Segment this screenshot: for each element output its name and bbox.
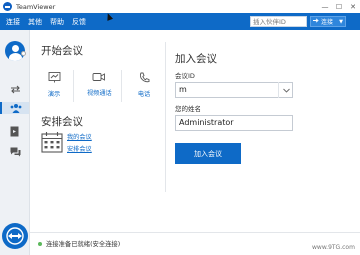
- schedule-meeting-title: 安排会议: [41, 116, 83, 128]
- presentation-icon: [48, 72, 61, 85]
- tile-divider: [73, 70, 74, 102]
- status-indicator-icon: [21, 51, 26, 56]
- computers-contacts-icon[interactable]: [8, 125, 22, 137]
- phone-label: 电话: [137, 91, 151, 98]
- minimize-button[interactable]: —: [318, 0, 332, 13]
- tile-divider: [121, 70, 122, 102]
- join-meeting-title: 加入会议: [175, 53, 217, 65]
- section-divider: [165, 42, 166, 192]
- watermark: www.9TG.com: [312, 244, 355, 251]
- video-call-label: 视频通话: [87, 90, 112, 97]
- arrow-right-icon: [313, 18, 319, 25]
- menu-item-connection[interactable]: 连接: [6, 17, 20, 27]
- teamviewer-logo-icon: [3, 2, 12, 11]
- menu-item-extras[interactable]: 其他: [28, 17, 42, 27]
- partner-id-input[interactable]: [250, 16, 307, 27]
- menu-item-help[interactable]: 帮助: [50, 17, 64, 27]
- maximize-button[interactable]: ☐: [332, 0, 346, 13]
- calendar-icon: [41, 131, 63, 155]
- menu-item-feedback[interactable]: 反馈: [72, 17, 86, 27]
- video-call-icon: [92, 73, 106, 84]
- name-field[interactable]: Administrator: [175, 115, 293, 131]
- meeting-id-label: 会议ID: [175, 72, 195, 80]
- status-text: 连接准备已就绪(安全连接): [46, 241, 121, 248]
- meeting-icon[interactable]: [0, 102, 29, 114]
- close-button[interactable]: ✕: [346, 0, 360, 13]
- presentation-label: 演示: [47, 91, 61, 98]
- name-label: 您的姓名: [175, 105, 201, 113]
- schedule-meeting-link[interactable]: 安排会议: [67, 144, 92, 153]
- join-meeting-button[interactable]: 加入会议: [175, 143, 241, 164]
- my-meetings-link[interactable]: 我的会议: [67, 132, 92, 141]
- sidebar: [0, 30, 30, 255]
- window-controls: — ☐ ✕: [318, 0, 360, 13]
- chat-icon[interactable]: [8, 146, 22, 158]
- teamviewer-logo-icon: [2, 223, 28, 249]
- presentation-tile[interactable]: 演示: [42, 72, 66, 98]
- connect-button[interactable]: 连接 ▼: [310, 16, 346, 27]
- connect-label: 连接: [321, 19, 334, 26]
- video-call-tile[interactable]: 视频通话: [87, 72, 112, 97]
- start-meeting-title: 开始会议: [41, 45, 83, 57]
- phone-tile[interactable]: 电话: [132, 72, 156, 98]
- meeting-id-field[interactable]: m: [175, 82, 293, 98]
- title-bar: TeamViewer — ☐ ✕: [0, 0, 360, 13]
- chevron-down-icon: ▼: [339, 18, 343, 25]
- window-title: TeamViewer: [16, 2, 56, 11]
- phone-icon: [139, 72, 150, 85]
- chevron-down-icon[interactable]: [278, 82, 293, 98]
- status-bar: 连接准备已就绪(安全连接): [30, 232, 360, 255]
- status-dot-icon: [38, 242, 42, 246]
- remote-control-icon[interactable]: [8, 83, 22, 95]
